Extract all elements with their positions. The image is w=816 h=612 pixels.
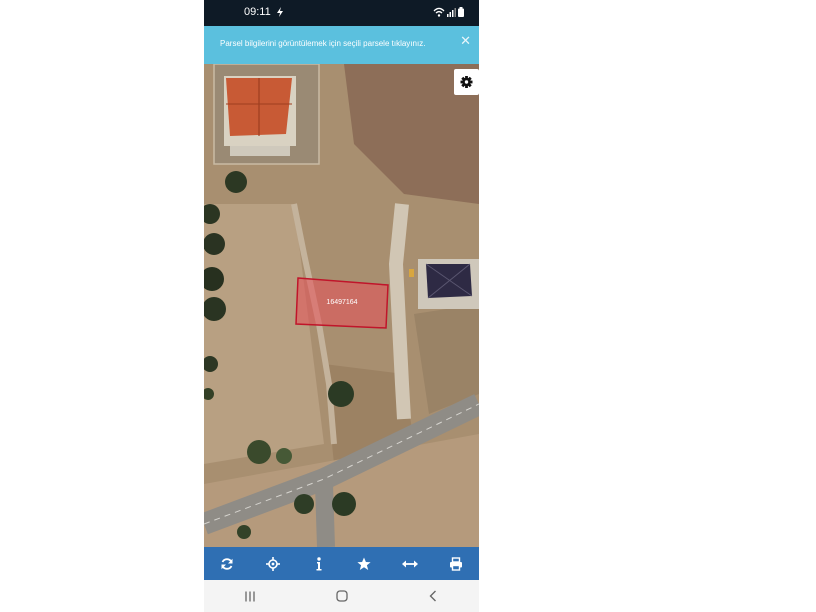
refresh-icon — [221, 557, 233, 570]
print-icon — [450, 556, 463, 571]
measure-arrows-icon — [402, 560, 419, 567]
banner-message: Parsel bilgilerini görüntülemek için seç… — [220, 39, 426, 48]
phone-screen: 09:11 Parsel bilgilerini görüntülemek iç… — [204, 0, 479, 612]
charging-icon — [277, 7, 283, 17]
status-time: 09:11 — [244, 6, 271, 18]
info-banner: Parsel bilgilerini görüntülemek için seç… — [204, 26, 479, 64]
info-button[interactable] — [296, 547, 342, 580]
wifi-icon — [433, 7, 445, 17]
info-icon — [316, 556, 322, 570]
status-bar: 09:11 — [204, 0, 479, 26]
map-toolbar — [204, 547, 479, 580]
locate-button[interactable] — [250, 547, 296, 580]
parcel-label: 16497164 — [326, 299, 357, 306]
settings-button[interactable] — [454, 69, 479, 95]
recent-apps-button[interactable] — [204, 580, 296, 612]
banner-close-button[interactable]: ✕ — [460, 34, 471, 49]
home-button[interactable] — [296, 580, 388, 612]
gear-icon — [460, 76, 473, 88]
map-imagery: 16497164 — [204, 64, 479, 547]
signal-icon — [447, 8, 456, 17]
locate-crosshair-icon — [265, 556, 280, 571]
refresh-button[interactable] — [204, 547, 250, 580]
back-chevron-icon — [429, 590, 437, 602]
star-icon — [357, 557, 371, 570]
home-icon — [335, 590, 348, 602]
satellite-map[interactable]: 16497164 — [204, 64, 479, 547]
battery-icon — [458, 7, 464, 17]
system-nav-bar — [204, 580, 479, 612]
back-button[interactable] — [387, 580, 479, 612]
recent-apps-icon — [245, 591, 255, 601]
print-button[interactable] — [433, 547, 479, 580]
favorite-button[interactable] — [341, 547, 387, 580]
measure-button[interactable] — [387, 547, 433, 580]
